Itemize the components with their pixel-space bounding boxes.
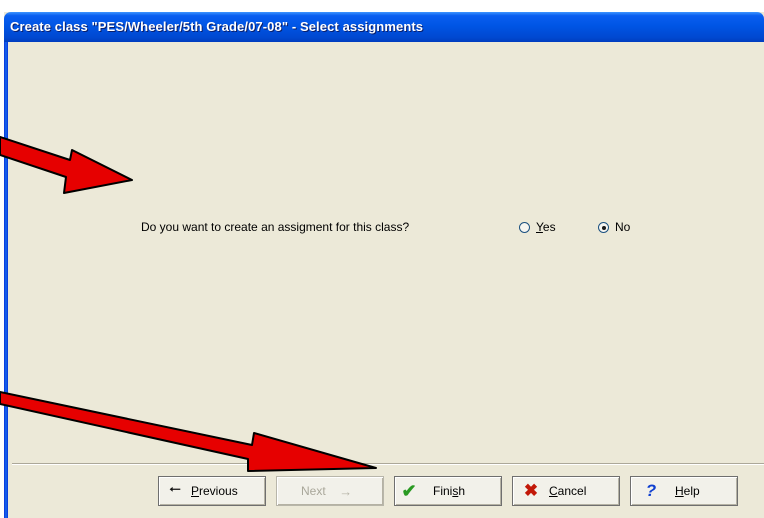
- question-mark-icon: ?: [645, 481, 657, 500]
- button-area-separator: [12, 463, 764, 465]
- assignment-question-label: Do you want to create an assigment for t…: [141, 220, 410, 234]
- next-arrow-icon: →: [339, 483, 353, 499]
- radio-yes-label[interactable]: Yes: [536, 220, 556, 234]
- dialog-window: Create class "PES/Wheeler/5th Grade/07-0…: [4, 12, 764, 518]
- finish-button[interactable]: ✔ Finish: [394, 476, 502, 506]
- left-arrow-icon: 🠀: [169, 481, 181, 497]
- next-button[interactable]: Next →: [276, 476, 384, 506]
- radio-yes-circle[interactable]: [519, 221, 530, 233]
- radio-no-circle[interactable]: [598, 221, 609, 233]
- radio-yes[interactable]: Yes: [519, 220, 556, 234]
- cancel-button[interactable]: ✖ Cancel: [512, 476, 620, 506]
- title-bar[interactable]: Create class "PES/Wheeler/5th Grade/07-0…: [4, 12, 764, 42]
- checkmark-icon: ✔: [401, 480, 417, 501]
- previous-button[interactable]: 🠀 Previous: [158, 476, 266, 506]
- window-title: Create class "PES/Wheeler/5th Grade/07-0…: [10, 19, 424, 34]
- dialog-content: Do you want to create an assigment for t…: [8, 42, 764, 518]
- radio-no-label[interactable]: No: [615, 220, 630, 234]
- x-icon: ✖: [523, 481, 539, 500]
- radio-no[interactable]: No: [598, 220, 630, 234]
- help-button[interactable]: ? Help: [630, 476, 738, 506]
